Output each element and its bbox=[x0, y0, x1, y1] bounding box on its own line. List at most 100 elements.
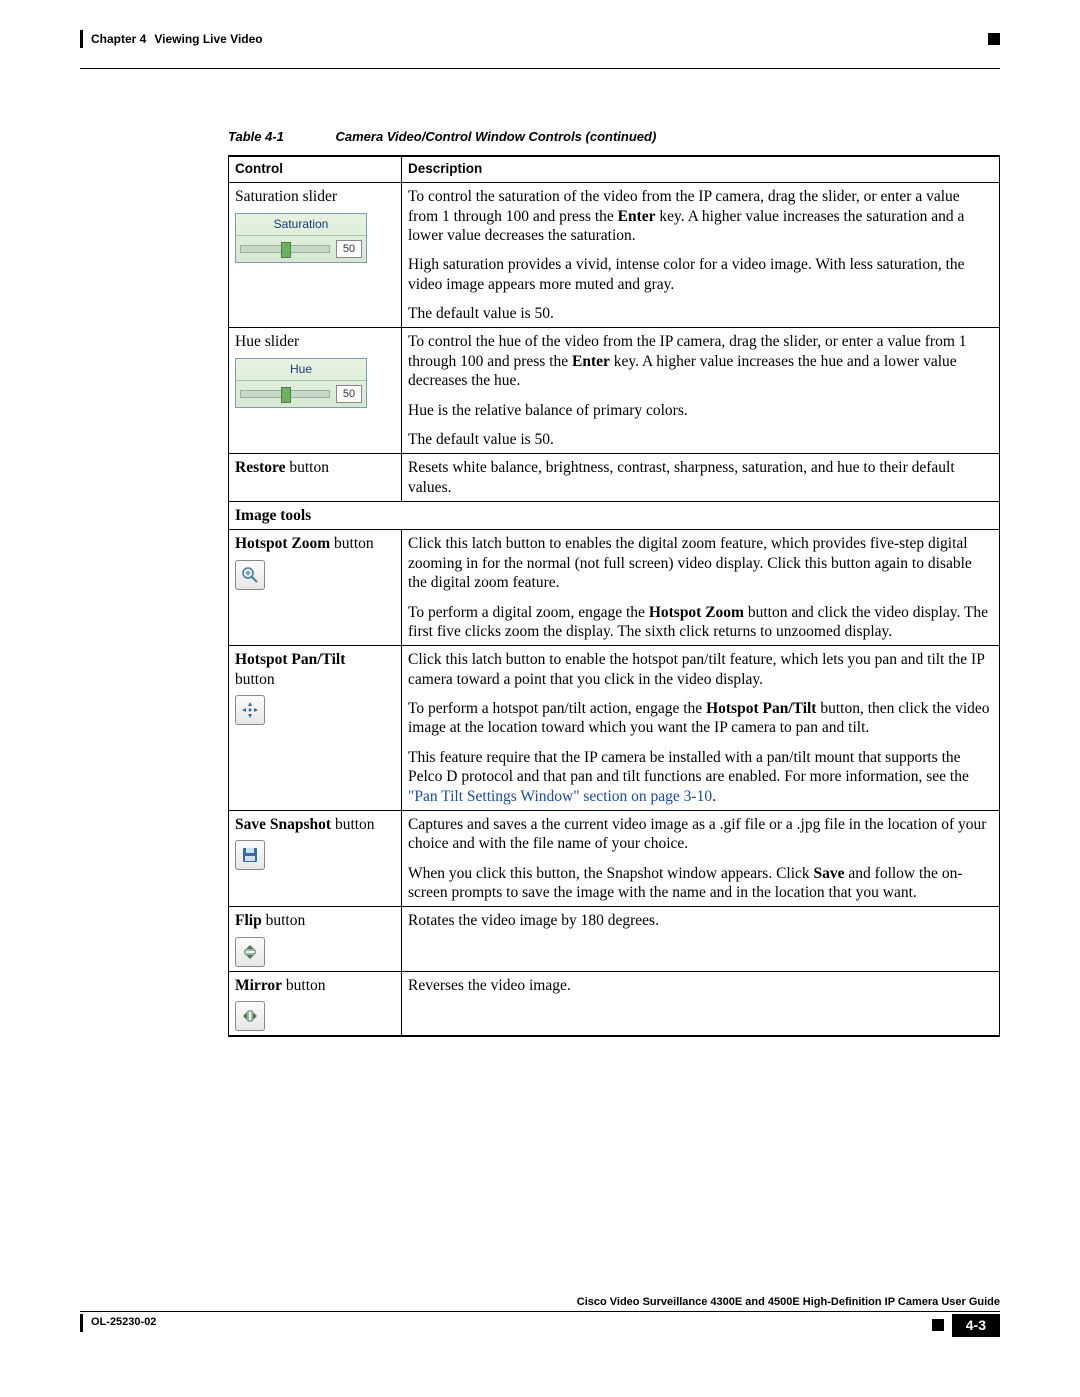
mirror-icon bbox=[242, 1008, 258, 1024]
pan-tilt-link[interactable]: "Pan Tilt Settings Window" section on pa… bbox=[408, 788, 712, 805]
content-area: Table 4-1 Camera Video/Control Window Co… bbox=[80, 129, 1000, 1037]
hue-label: Hue slider bbox=[235, 333, 299, 350]
row-hotspot-zoom: Hotspot Zoom button Click this latch but… bbox=[229, 530, 1000, 646]
row-saturation: Saturation slider Saturation 50 To contr… bbox=[229, 183, 1000, 328]
row-hue: Hue slider Hue 50 To control the hue of … bbox=[229, 328, 1000, 454]
hue-value[interactable]: 50 bbox=[336, 385, 362, 403]
restore-label-rest: button bbox=[286, 459, 330, 476]
saturation-slider-widget[interactable]: Saturation 50 bbox=[235, 213, 367, 263]
cell-mirror-control: Mirror button bbox=[229, 971, 402, 1036]
mirror-label-bold: Mirror bbox=[235, 977, 282, 994]
hotspot-pantilt-p2: To perform a hotspot pan/tilt action, en… bbox=[408, 699, 993, 738]
hue-p1: To control the hue of the video from the… bbox=[408, 332, 993, 390]
hue-p2: Hue is the relative balance of primary c… bbox=[408, 401, 993, 420]
restore-label-bold: Restore bbox=[235, 459, 286, 476]
col-header-description: Description bbox=[402, 156, 1000, 182]
flip-icon bbox=[242, 944, 258, 960]
hotspot-zoom-button[interactable] bbox=[235, 560, 265, 590]
cell-save-snapshot-desc: Captures and saves a the current video i… bbox=[402, 810, 1000, 907]
footer-guide-title: Cisco Video Surveillance 4300E and 4500E… bbox=[80, 1296, 1000, 1312]
running-header: Chapter 4 Viewing Live Video bbox=[80, 30, 1000, 48]
header-rule bbox=[80, 68, 1000, 69]
cell-save-snapshot-control: Save Snapshot button bbox=[229, 810, 402, 907]
cell-saturation-desc: To control the saturation of the video f… bbox=[402, 183, 1000, 328]
row-section-image-tools: Image tools bbox=[229, 502, 1000, 530]
mirror-label-rest: button bbox=[282, 977, 326, 994]
table-number: Table 4-1 bbox=[228, 129, 284, 144]
hotspot-zoom-p1: Click this latch button to enables the d… bbox=[408, 534, 993, 592]
table-title: Camera Video/Control Window Controls (co… bbox=[336, 129, 657, 144]
hue-widget-body: 50 bbox=[236, 381, 366, 407]
hotspot-zoom-p2: To perform a digital zoom, engage the Ho… bbox=[408, 603, 993, 642]
cell-hue-desc: To control the hue of the video from the… bbox=[402, 328, 1000, 454]
cell-saturation-control: Saturation slider Saturation 50 bbox=[229, 183, 402, 328]
hotspot-pantilt-p1: Click this latch button to enable the ho… bbox=[408, 650, 993, 689]
saturation-p3: The default value is 50. bbox=[408, 304, 993, 323]
cell-restore-desc: Resets white balance, brightness, contra… bbox=[402, 454, 1000, 502]
hotspot-pantilt-label-rest: button bbox=[235, 670, 395, 689]
saturation-track[interactable] bbox=[240, 245, 330, 253]
flip-button[interactable] bbox=[235, 937, 265, 967]
cell-hue-control: Hue slider Hue 50 bbox=[229, 328, 402, 454]
save-snapshot-label-rest: button bbox=[331, 816, 375, 833]
cell-restore-control: Restore button bbox=[229, 454, 402, 502]
footer-row: OL-25230-02 4-3 bbox=[80, 1314, 1000, 1338]
page: Chapter 4 Viewing Live Video Table 4-1 C… bbox=[0, 0, 1080, 1397]
save-snapshot-label-bold: Save Snapshot bbox=[235, 816, 331, 833]
row-flip: Flip button Rotates the video image by 1… bbox=[229, 907, 1000, 971]
row-mirror: Mirror button Reverses the video image. bbox=[229, 971, 1000, 1036]
saturation-thumb[interactable] bbox=[281, 242, 291, 258]
chapter-label: Chapter 4 bbox=[91, 32, 146, 47]
cell-hotspot-pantilt-control: Hotspot Pan/Tilt button bbox=[229, 646, 402, 811]
flip-label-bold: Flip bbox=[235, 912, 262, 929]
section-image-tools: Image tools bbox=[229, 502, 1000, 530]
header-left: Chapter 4 Viewing Live Video bbox=[80, 30, 263, 48]
hue-track[interactable] bbox=[240, 390, 330, 398]
pan-tilt-icon bbox=[241, 701, 259, 719]
page-number: 4-3 bbox=[952, 1314, 1000, 1338]
table-caption: Table 4-1 Camera Video/Control Window Co… bbox=[228, 129, 1000, 145]
save-snapshot-p2: When you click this button, the Snapshot… bbox=[408, 864, 993, 903]
flip-p1: Rotates the video image by 180 degrees. bbox=[408, 911, 993, 930]
row-restore: Restore button Resets white balance, bri… bbox=[229, 454, 1000, 502]
cell-hotspot-zoom-control: Hotspot Zoom button bbox=[229, 530, 402, 646]
flip-label-rest: button bbox=[262, 912, 306, 929]
col-header-control: Control bbox=[229, 156, 402, 182]
save-snapshot-p1: Captures and saves a the current video i… bbox=[408, 815, 993, 854]
page-footer: Cisco Video Surveillance 4300E and 4500E… bbox=[80, 1296, 1000, 1337]
header-bar-icon bbox=[80, 30, 83, 48]
mirror-p1: Reverses the video image. bbox=[408, 976, 993, 995]
saturation-value[interactable]: 50 bbox=[336, 240, 362, 258]
controls-table: Control Description Saturation slider Sa… bbox=[228, 155, 1000, 1037]
row-hotspot-pantilt: Hotspot Pan/Tilt button bbox=[229, 646, 1000, 811]
hotspot-pantilt-button[interactable] bbox=[235, 695, 265, 725]
cell-mirror-desc: Reverses the video image. bbox=[402, 971, 1000, 1036]
restore-p1: Resets white balance, brightness, contra… bbox=[408, 458, 993, 497]
hue-thumb[interactable] bbox=[281, 387, 291, 403]
save-icon bbox=[242, 847, 258, 863]
chapter-title: Viewing Live Video bbox=[154, 32, 262, 47]
footer-bar-icon bbox=[80, 1314, 83, 1332]
cell-hotspot-pantilt-desc: Click this latch button to enable the ho… bbox=[402, 646, 1000, 811]
saturation-p1: To control the saturation of the video f… bbox=[408, 187, 993, 245]
footer-left: OL-25230-02 bbox=[80, 1314, 156, 1332]
saturation-p2: High saturation provides a vivid, intens… bbox=[408, 255, 993, 294]
hotspot-zoom-label-rest: button bbox=[330, 535, 374, 552]
save-snapshot-button[interactable] bbox=[235, 840, 265, 870]
cell-flip-control: Flip button bbox=[229, 907, 402, 971]
hotspot-pantilt-label-bold: Hotspot Pan/Tilt bbox=[235, 651, 345, 668]
zoom-icon bbox=[241, 566, 259, 584]
footer-doc-number: OL-25230-02 bbox=[91, 1316, 156, 1330]
cell-flip-desc: Rotates the video image by 180 degrees. bbox=[402, 907, 1000, 971]
saturation-widget-title: Saturation bbox=[236, 214, 366, 236]
footer-right: 4-3 bbox=[932, 1314, 1000, 1338]
hue-widget-title: Hue bbox=[236, 359, 366, 381]
mirror-button[interactable] bbox=[235, 1001, 265, 1031]
hue-slider-widget[interactable]: Hue 50 bbox=[235, 358, 367, 408]
header-square-icon bbox=[988, 33, 1000, 45]
saturation-label: Saturation slider bbox=[235, 188, 337, 205]
row-save-snapshot: Save Snapshot button Captures and saves … bbox=[229, 810, 1000, 907]
saturation-widget-body: 50 bbox=[236, 236, 366, 262]
hue-p3: The default value is 50. bbox=[408, 430, 993, 449]
footer-square-icon bbox=[932, 1319, 944, 1331]
